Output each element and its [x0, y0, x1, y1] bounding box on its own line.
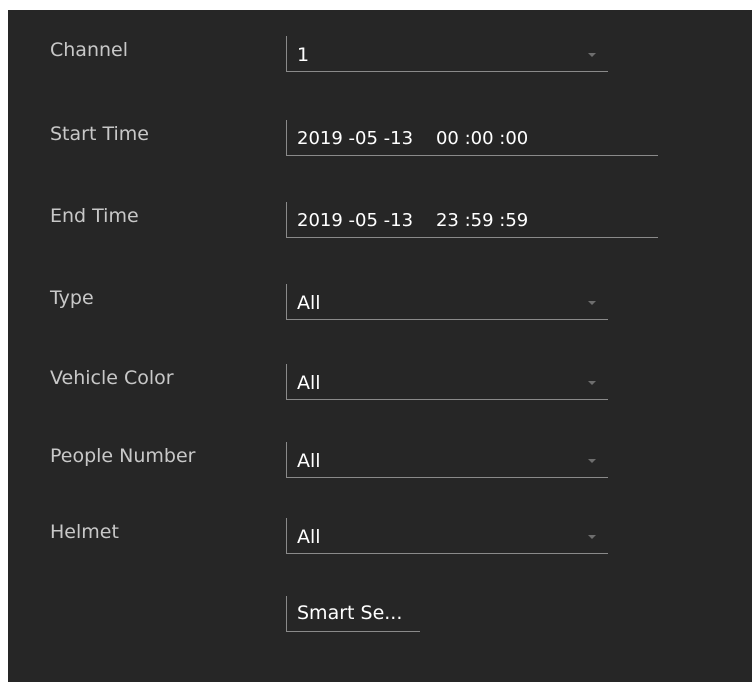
end-time-input[interactable]: 2019 -05 -13 23 :59 :59	[286, 202, 658, 238]
start-time-input[interactable]: 2019 -05 -13 00 :00 :00	[286, 120, 658, 156]
type-row: Type All	[8, 284, 752, 328]
helmet-label: Helmet	[50, 521, 119, 543]
end-time-row: End Time 2019 -05 -13 23 :59 :59	[8, 202, 752, 246]
people-number-label: People Number	[50, 445, 196, 467]
smart-search-button-label: Smart Se...	[297, 602, 403, 624]
vehicle-color-dropdown[interactable]: All	[286, 364, 608, 400]
people-number-dropdown[interactable]: All	[286, 442, 608, 478]
people-number-row: People Number All	[8, 442, 752, 486]
end-time-label: End Time	[50, 205, 139, 227]
channel-row: Channel 1	[8, 36, 752, 80]
helmet-row: Helmet All	[8, 518, 752, 562]
actions-row: Smart Se...	[8, 596, 752, 640]
channel-label: Channel	[50, 39, 129, 61]
chevron-down-icon	[588, 301, 596, 305]
helmet-value: All	[297, 526, 321, 548]
chevron-down-icon	[588, 381, 596, 385]
channel-value: 1	[297, 44, 310, 66]
vehicle-color-value: All	[297, 372, 321, 394]
end-time-value: 2019 -05 -13 23 :59 :59	[297, 210, 529, 231]
channel-dropdown[interactable]: 1	[286, 36, 608, 72]
smart-search-button[interactable]: Smart Se...	[286, 596, 420, 632]
start-time-value: 2019 -05 -13 00 :00 :00	[297, 128, 529, 149]
type-label: Type	[50, 287, 94, 309]
type-value: All	[297, 292, 321, 314]
start-time-row: Start Time 2019 -05 -13 00 :00 :00	[8, 120, 752, 164]
smart-search-panel: Channel 1 Start Time 2019 -05 -13 00 :00…	[8, 10, 752, 682]
vehicle-color-row: Vehicle Color All	[8, 364, 752, 408]
chevron-down-icon	[588, 459, 596, 463]
helmet-dropdown[interactable]: All	[286, 518, 608, 554]
type-dropdown[interactable]: All	[286, 284, 608, 320]
start-time-label: Start Time	[50, 123, 149, 145]
people-number-value: All	[297, 450, 321, 472]
chevron-down-icon	[588, 53, 596, 57]
vehicle-color-label: Vehicle Color	[50, 367, 174, 389]
chevron-down-icon	[588, 535, 596, 539]
